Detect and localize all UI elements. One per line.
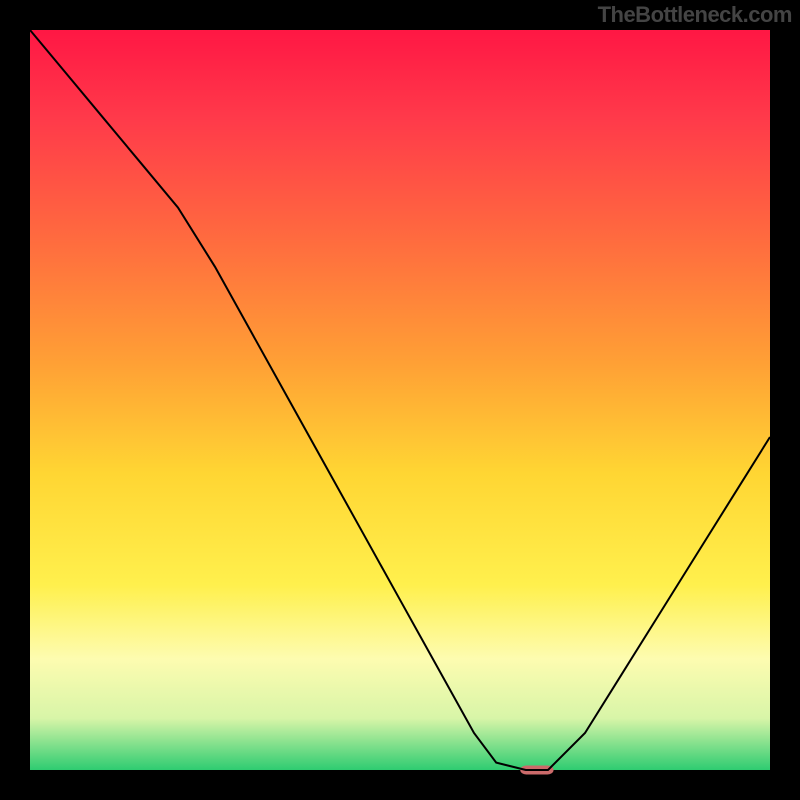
chart-svg xyxy=(0,0,800,800)
chart-container: TheBottleneck.com xyxy=(0,0,800,800)
chart-plot-area xyxy=(30,30,770,770)
watermark-text: TheBottleneck.com xyxy=(598,2,792,28)
